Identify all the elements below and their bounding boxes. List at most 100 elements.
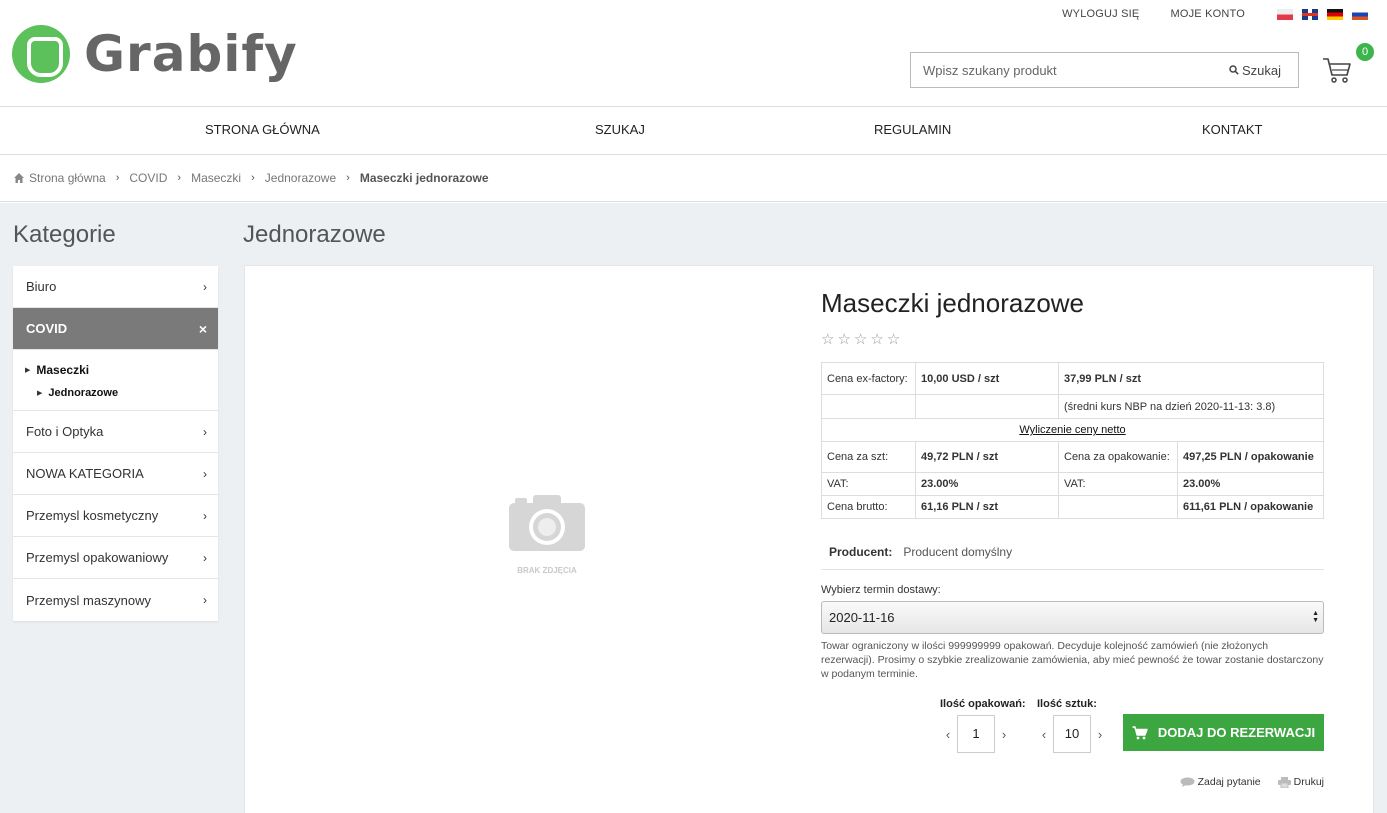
breadcrumb-separator: ›: [251, 172, 255, 184]
exfactory-usd-price: 10,00 USD / szt: [915, 362, 1059, 395]
star-empty-icon[interactable]: ☆: [854, 330, 867, 348]
ask-question-link[interactable]: Zadaj pytanie: [1180, 776, 1261, 788]
cart-button[interactable]: [1322, 56, 1352, 84]
category-biuro[interactable]: Biuro ›: [13, 266, 218, 308]
category-list: Biuro › COVID × ▶ Maseczki ▶ Jednorazowe…: [13, 266, 218, 621]
unit-price-label: Cena za szt:: [821, 441, 916, 473]
delivery-date-label: Wybierz termin dostawy:: [821, 584, 941, 596]
chevron-left-icon[interactable]: ‹: [1038, 727, 1050, 742]
subcategory-maseczki[interactable]: ▶ Maseczki: [25, 358, 218, 381]
close-icon[interactable]: ×: [199, 321, 207, 337]
logo-text: Grabify: [84, 25, 298, 83]
subcategory-label: Maseczki: [36, 362, 90, 377]
star-empty-icon[interactable]: ☆: [837, 330, 850, 348]
vat-label: VAT:: [821, 472, 916, 496]
rating-stars[interactable]: ☆ ☆ ☆ ☆ ☆: [821, 330, 903, 348]
subcategory-list: ▶ Maseczki ▶ Jednorazowe: [13, 350, 218, 411]
star-empty-icon[interactable]: ☆: [821, 330, 834, 348]
category-przemysl-maszynowy[interactable]: Przemysl maszynowy ›: [13, 579, 218, 621]
stock-note: Towar ograniczony w ilości 999999999 opa…: [821, 640, 1324, 680]
product-panel: BRAK ZDJĘCIA Maseczki jednorazowe ☆ ☆ ☆ …: [244, 265, 1374, 813]
cart-count-badge: 0: [1356, 43, 1374, 61]
product-actions: Zadaj pytanie Drukuj: [1163, 776, 1324, 788]
net-price-calc-link[interactable]: Wyliczenie ceny netto: [1019, 424, 1125, 436]
pack-price: 497,25 PLN / opakowanie: [1177, 441, 1324, 473]
category-covid[interactable]: COVID ×: [13, 308, 218, 350]
triangle-right-icon: ▶: [25, 366, 31, 374]
producer-row: Producent: Producent domyślny: [821, 534, 1324, 570]
qty-packs-stepper: ‹ 1 ›: [942, 715, 1010, 753]
chevron-right-icon: ›: [203, 424, 207, 439]
product-title: Maseczki jednorazowe: [821, 288, 1085, 318]
sidebar-title: Kategorie: [13, 221, 116, 248]
home-icon[interactable]: [13, 172, 25, 184]
chevron-right-icon[interactable]: ›: [1094, 727, 1106, 742]
category-przemysl-kosmetyczny[interactable]: Przemysl kosmetyczny ›: [13, 495, 218, 537]
price-table: Cena ex-factory: 10,00 USD / szt 37,99 P…: [821, 362, 1324, 519]
search-input[interactable]: [911, 62, 1211, 78]
category-label: Przemysl kosmetyczny: [26, 508, 159, 523]
nav-contact[interactable]: KONTAKT: [1202, 107, 1262, 153]
print-link[interactable]: Drukuj: [1277, 776, 1324, 788]
breadcrumb-current: Maseczki jednorazowe: [359, 171, 489, 185]
breadcrumb-jednorazowe[interactable]: Jednorazowe: [265, 171, 336, 185]
pack-price-label: Cena za opakowanie:: [1058, 441, 1178, 473]
logout-link[interactable]: WYLOGUJ SIĘ: [1062, 8, 1139, 20]
nav-search[interactable]: SZUKAJ: [595, 107, 645, 153]
chevron-right-icon[interactable]: ›: [998, 727, 1010, 742]
breadcrumb: Strona główna › COVID › Maseczki › Jedno…: [0, 155, 1387, 202]
add-to-reservation-button[interactable]: DODAJ DO REZERWACJI: [1123, 714, 1324, 751]
vat-value-pack: 23.00%: [1177, 472, 1324, 496]
flag-ru-icon[interactable]: [1352, 8, 1368, 20]
unit-price: 49,72 PLN / szt: [915, 441, 1059, 473]
ask-question-label: Zadaj pytanie: [1197, 776, 1261, 788]
speech-bubble-icon: [1180, 777, 1195, 787]
chevron-right-icon: ›: [203, 593, 207, 607]
vat-value: 23.00%: [915, 472, 1059, 496]
my-account-link[interactable]: MOJE KONTO: [1170, 8, 1245, 20]
gross-unit-price: 61,16 PLN / szt: [915, 495, 1059, 519]
search-button-label: Szukaj: [1241, 62, 1281, 78]
qty-units-label: Ilość sztuk:: [1037, 698, 1097, 710]
exfactory-pln-price: 37,99 PLN / szt: [1058, 362, 1324, 395]
chevron-right-icon: ›: [203, 550, 207, 565]
subcategory-label: Jednorazowe: [48, 386, 119, 399]
printer-icon: [1277, 776, 1291, 788]
breadcrumb-home[interactable]: Strona główna: [29, 171, 106, 185]
logo[interactable]: Grabify: [12, 25, 298, 83]
delivery-date-value: 2020-11-16: [829, 610, 895, 625]
print-label: Drukuj: [1293, 776, 1324, 788]
delivery-date-select[interactable]: 2020-11-16 ▲ ▼: [821, 601, 1324, 634]
flag-en-icon[interactable]: [1302, 8, 1318, 20]
chevron-right-icon: ›: [203, 466, 207, 481]
producer-value: Producent domyślny: [903, 544, 1013, 559]
subcategory-jednorazowe[interactable]: ▶ Jednorazowe: [25, 381, 218, 404]
breadcrumb-maseczki[interactable]: Maseczki: [191, 171, 241, 185]
chevron-right-icon: ›: [203, 279, 207, 294]
qty-packs-label: Ilość opakowań:: [940, 698, 1026, 710]
no-image-label: BRAK ZDJĘCIA: [517, 566, 577, 575]
category-label: Biuro: [26, 279, 57, 294]
star-empty-icon[interactable]: ☆: [887, 330, 900, 348]
category-foto-optyka[interactable]: Foto i Optyka ›: [13, 411, 218, 453]
qty-packs-input[interactable]: 1: [957, 715, 995, 753]
flag-pl-icon[interactable]: [1277, 8, 1293, 20]
star-empty-icon[interactable]: ☆: [870, 330, 883, 348]
cart-icon: [1132, 725, 1148, 739]
qty-units-input[interactable]: 10: [1053, 715, 1091, 753]
breadcrumb-covid[interactable]: COVID: [129, 171, 167, 185]
main-nav: STRONA GŁÓWNA SZUKAJ REGULAMIN KONTAKT: [0, 107, 1387, 155]
category-title: Jednorazowe: [243, 221, 386, 248]
search-icon: [1229, 65, 1239, 75]
category-nowa-kategoria[interactable]: NOWA KATEGORIA ›: [13, 453, 218, 495]
chevron-left-icon[interactable]: ‹: [942, 727, 954, 742]
breadcrumb-separator: ›: [177, 172, 182, 184]
producer-label: Producent:: [829, 544, 893, 559]
add-to-reservation-label: DODAJ DO REZERWACJI: [1157, 725, 1316, 740]
flag-de-icon[interactable]: [1327, 8, 1343, 20]
search-button[interactable]: Szukaj: [1229, 53, 1281, 87]
category-przemysl-opakowaniowy[interactable]: Przemysl opakowaniowy ›: [13, 537, 218, 579]
nav-home[interactable]: STRONA GŁÓWNA: [205, 107, 320, 153]
nav-rules[interactable]: REGULAMIN: [874, 107, 951, 153]
exchange-rate-note: (średni kurs NBP na dzień 2020-11-13: 3.…: [1058, 394, 1324, 419]
